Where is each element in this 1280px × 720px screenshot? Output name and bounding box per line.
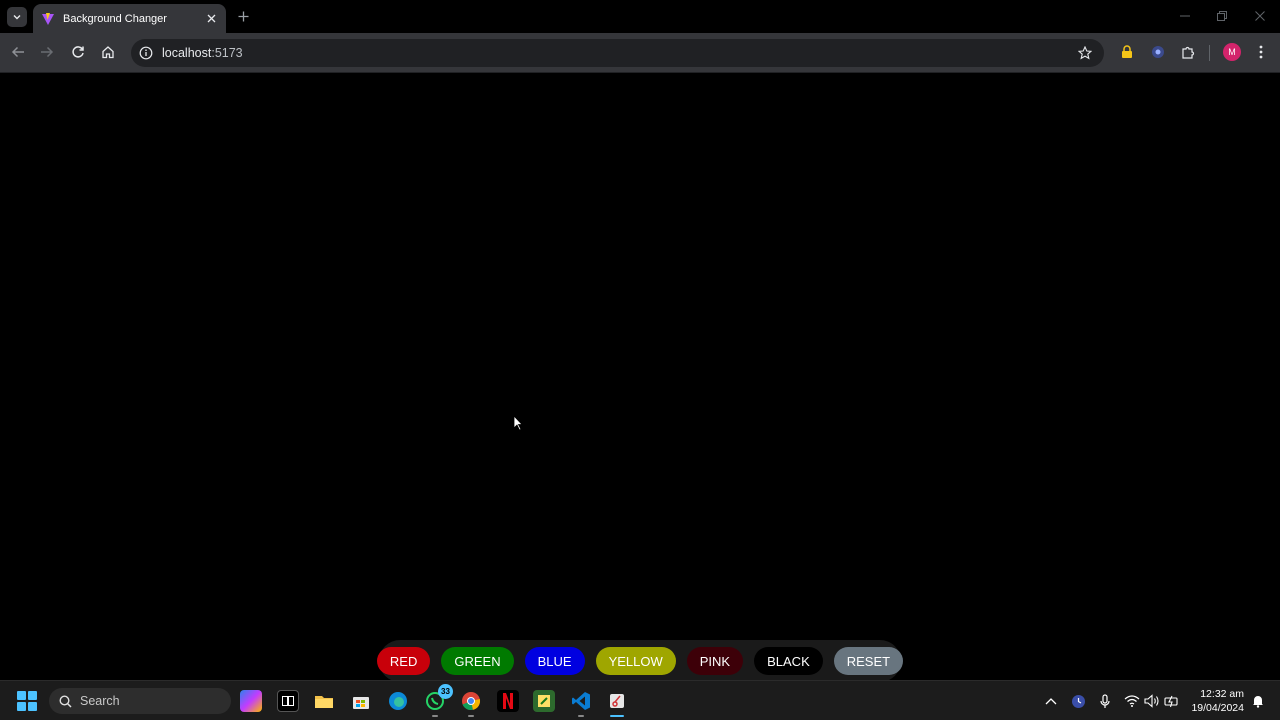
color-button-bar: RED GREEN BLUE YELLOW PINK BLACK RESET (376, 640, 904, 682)
show-hidden-icons-chevron-icon[interactable] (1043, 693, 1059, 709)
vscode-icon[interactable] (570, 690, 592, 717)
notification-bell-icon[interactable] (1250, 693, 1266, 709)
battery-charging-icon[interactable] (1164, 693, 1180, 709)
active-indicator (610, 715, 624, 717)
reset-button[interactable]: RESET (833, 647, 904, 675)
netflix-icon[interactable] (497, 690, 519, 712)
whatsapp-icon[interactable]: 33 (424, 684, 453, 717)
running-indicator (468, 715, 474, 717)
yellow-button[interactable]: YELLOW (595, 647, 676, 675)
search-placeholder: Search (80, 694, 120, 708)
green-button[interactable]: GREEN (441, 647, 514, 675)
mouse-cursor-icon (513, 415, 523, 431)
tab-strip: Background Changer (0, 0, 1280, 33)
tab-search-button[interactable] (7, 7, 27, 27)
close-window-icon[interactable] (1252, 8, 1268, 24)
taskbar-search[interactable]: Search (49, 688, 231, 714)
search-icon (59, 694, 72, 708)
bookmark-star-icon[interactable] (1078, 46, 1092, 60)
extensions-puzzle-icon[interactable] (1180, 44, 1196, 60)
blue-button[interactable]: BLUE (524, 647, 585, 675)
url-text: localhost:5173 (162, 46, 243, 60)
new-tab-icon[interactable] (235, 8, 251, 24)
windows-taskbar: Search 33 12:32 am 19/04/2024 (0, 680, 1280, 720)
more-menu-icon[interactable] (1253, 44, 1269, 60)
red-button[interactable]: RED (376, 647, 431, 675)
tab-background-changer[interactable]: Background Changer (33, 4, 226, 33)
back-icon[interactable] (9, 43, 27, 61)
microsoft-store-icon[interactable] (350, 690, 372, 712)
sticky-notes-app-icon[interactable] (533, 690, 555, 712)
black-button[interactable]: BLACK (754, 647, 823, 675)
clock-time: 12:32 am (1200, 688, 1244, 700)
edge-browser-icon[interactable] (387, 690, 409, 712)
password-lock-icon[interactable] (1119, 44, 1135, 60)
snipping-tool-icon[interactable] (606, 690, 628, 717)
clock-date: 19/04/2024 (1191, 702, 1244, 714)
chevron-down-icon (13, 15, 21, 20)
toolbar-divider (1209, 45, 1210, 61)
minimize-icon[interactable] (1177, 8, 1193, 24)
site-info-icon[interactable] (139, 46, 153, 60)
running-indicator (578, 715, 584, 717)
browser-toolbar: localhost:5173 M (0, 33, 1280, 73)
vite-logo-icon (42, 12, 54, 25)
clock-app-tray-icon[interactable] (1070, 693, 1086, 709)
forward-icon[interactable] (38, 43, 56, 61)
running-indicator (432, 715, 438, 717)
volume-icon[interactable] (1144, 693, 1160, 709)
wifi-icon[interactable] (1124, 693, 1140, 709)
reload-icon[interactable] (69, 43, 87, 61)
chrome-icon[interactable] (460, 690, 482, 717)
restore-icon[interactable] (1214, 8, 1230, 24)
page-content: RED GREEN BLUE YELLOW PINK BLACK RESET (0, 73, 1280, 682)
extension-icon[interactable] (1150, 44, 1166, 60)
pink-button[interactable]: PINK (686, 647, 744, 675)
microphone-icon[interactable] (1097, 693, 1113, 709)
taskbar-clock[interactable]: 12:32 am 19/04/2024 (1188, 687, 1244, 715)
copilot-icon[interactable] (240, 690, 262, 712)
task-view-icon[interactable] (277, 690, 299, 712)
home-icon[interactable] (99, 43, 117, 61)
file-explorer-icon[interactable] (313, 690, 335, 712)
windows-start-icon[interactable] (17, 691, 37, 711)
tab-title: Background Changer (63, 12, 167, 25)
whatsapp-unread-badge: 33 (438, 684, 453, 699)
close-tab-icon[interactable] (204, 12, 218, 26)
profile-avatar[interactable]: M (1223, 43, 1241, 61)
address-bar[interactable]: localhost:5173 (131, 39, 1104, 67)
